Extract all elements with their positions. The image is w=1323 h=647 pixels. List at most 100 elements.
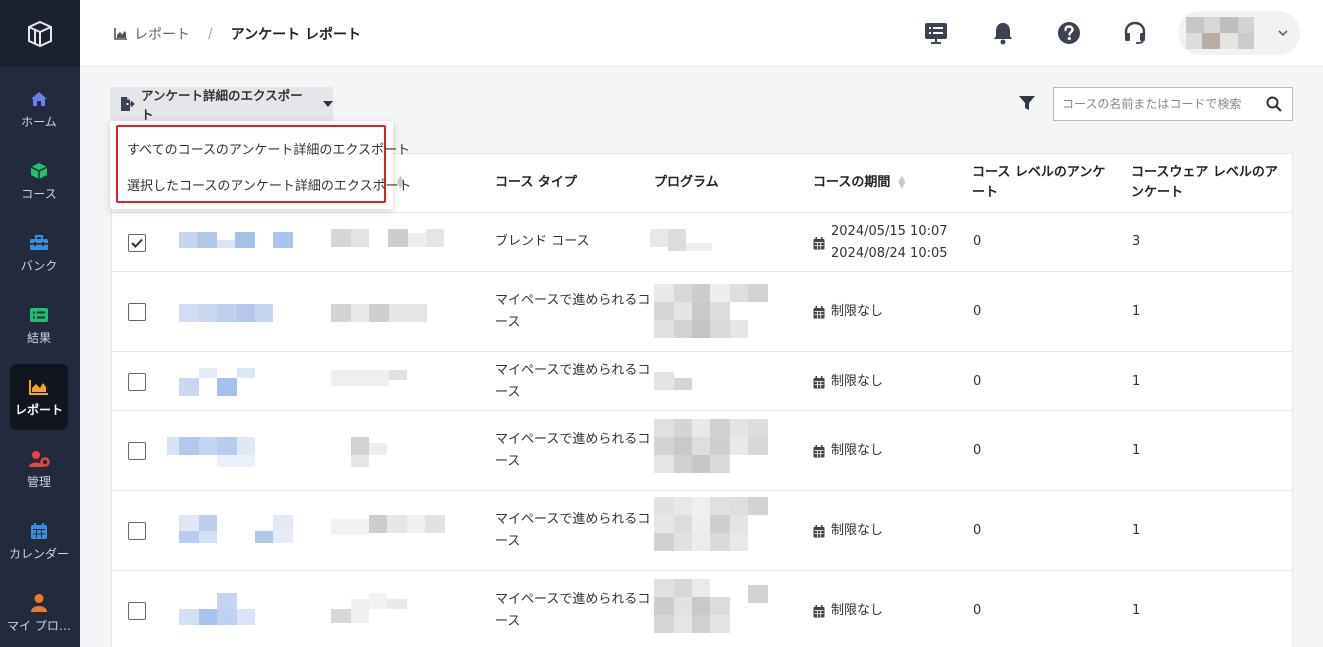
course-survey-count: 0 [973,443,982,458]
list-icon [29,304,49,326]
export-all-courses-menu-item[interactable]: すべてのコースのアンケート詳細のエクスポート [127,139,410,158]
course-type-line1: マイペースで進められるコ [495,363,651,378]
courseware-survey-count: 1 [1132,523,1141,538]
row-checkbox[interactable] [128,234,146,252]
course-type-line2: ース [495,385,521,400]
column-header-period[interactable]: コースの期間 ▲ ▼ [813,154,905,212]
period-text: 制限なし [831,603,884,618]
course-type-text: ブレンド コース [495,234,590,249]
headset-icon[interactable] [1122,20,1148,46]
table-row[interactable]: マイペースで進められるコ ース 制限なし 0 1 [112,570,1292,647]
course-type-line2: ース [495,315,521,330]
column-header-courseware-survey: コースウェア レベルのア ンケート [1131,154,1291,212]
period-text: 制限なし [831,304,884,319]
chart-area-icon [29,376,49,398]
course-type: マイペースで進められるコ ース [495,360,650,404]
period-text: 制限なし [831,374,884,389]
calendar-icon [813,236,825,250]
course-type-line2: ース [495,534,521,549]
courseware-survey-count: 1 [1132,443,1141,458]
course-period: 制限なし [813,429,883,473]
calendar-icon [813,524,825,538]
filter-icon[interactable] [1018,95,1036,115]
column-header-course-type: コース タイプ [495,175,577,190]
sidebar-item-course[interactable]: コース [10,148,68,214]
sidebar-item-label: カレンダー [9,547,70,561]
breadcrumb: レポート / アンケート レポート [114,24,361,44]
caret-down-icon [323,101,333,107]
course-type-line1: マイペースで進められるコ [495,512,651,527]
course-type-line1: マイペースで進められるコ [495,592,651,607]
sidebar-item-my-profile[interactable]: マイ プロ… [7,580,71,646]
file-export-icon [120,97,135,111]
export-survey-details-button[interactable]: アンケート詳細のエクスポート [110,87,333,122]
course-survey-count: 0 [973,374,982,389]
sidebar-item-label: 結果 [26,331,51,345]
breadcrumb-report-link[interactable]: レポート [134,24,190,44]
courseware-survey-count: 1 [1132,603,1141,618]
column-header-courseware-survey-line2: ンケート [1131,185,1184,200]
course-type: マイペースで進められるコ ース [495,589,650,633]
board-icon[interactable] [923,20,949,46]
sidebar-item-label: レポート [14,403,63,417]
sidebar-item-calendar[interactable]: カレンダー [9,508,70,574]
export-dropdown-menu: すべてのコースのアンケート詳細のエクスポート 選択したコースのアンケート詳細のエ… [110,121,411,209]
app-logo[interactable] [0,0,80,67]
sidebar-item-label: バンク [20,259,58,273]
course-period: 制限なし [813,290,883,334]
bell-icon[interactable] [990,20,1016,46]
courseware-survey-count: 1 [1132,374,1141,389]
course-type-line1: マイペースで進められるコ [495,293,651,308]
courseware-survey-count: 1 [1132,304,1141,319]
home-icon [30,88,48,110]
courseware-survey-count: 3 [1132,234,1141,249]
toolbox-icon [29,232,49,254]
checkmark-icon [131,238,143,248]
sidebar-item-results[interactable]: 結果 [10,292,68,358]
course-survey-count: 0 [973,304,982,319]
sidebar-item-home[interactable]: ホーム [10,76,68,142]
survey-report-table: ▲ ▼ コース タイプ プログラム コースの期間 ▲ ▼ コース レベルのアンケ ー… [111,153,1293,647]
breadcrumb-current: アンケート レポート [230,27,362,43]
calendar-icon [30,520,48,542]
column-header-course-survey-line1: コース レベルのアンケ [972,165,1106,180]
breadcrumb-separator: / [208,26,213,42]
column-header-period-label: コースの期間 [813,175,891,190]
calendar-icon [813,444,825,458]
calendar-icon [813,305,825,319]
table-row[interactable]: マイペースで進められるコ ース 制限なし 0 1 [112,271,1292,351]
search-input[interactable] [1054,89,1254,119]
course-type-line2: ース [495,454,521,469]
course-type: マイペースで進められるコ ース [495,429,650,473]
course-period: 制限なし [813,360,883,404]
row-checkbox[interactable] [128,442,146,460]
course-type-line1: マイペースで進められるコ [495,432,651,447]
row-checkbox[interactable] [128,373,146,391]
column-header-courseware-survey-line1: コースウェア レベルのア [1131,165,1278,180]
sort-icon: ▲ ▼ [898,174,906,191]
sidebar-item-label: コース [21,187,57,201]
search-icon[interactable] [1266,96,1282,116]
chevron-down-icon [1278,30,1288,37]
table-row[interactable]: ブレンド コース 2024/05/15 10:07 2024/08/24 10:… [112,212,1292,271]
table-row[interactable]: マイペースで進められるコ ース 制限なし 0 1 [112,490,1292,570]
row-checkbox[interactable] [128,602,146,620]
course-period: 制限なし [813,589,883,633]
course-period: 2024/05/15 10:07 2024/08/24 10:05 [813,223,948,263]
top-header: レポート / アンケート レポート [80,0,1323,67]
chart-area-icon [114,28,127,40]
export-selected-courses-menu-item[interactable]: 選択したコースのアンケート詳細のエクスポート [127,175,411,194]
course-type-line2: ース [495,614,521,629]
table-row[interactable]: マイペースで進められるコ ース 制限なし 0 1 [112,351,1292,410]
table-row[interactable]: マイペースで進められるコ ース 制限なし 0 1 [112,410,1292,490]
row-checkbox[interactable] [128,303,146,321]
sidebar-item-report[interactable]: レポート [10,364,68,430]
help-icon[interactable] [1056,20,1082,46]
course-survey-count: 0 [973,603,982,618]
sidebar-item-admin[interactable]: 管理 [10,436,68,502]
row-checkbox[interactable] [128,522,146,540]
sidebar-item-bank[interactable]: バンク [10,220,68,286]
sidebar-item-label: 管理 [26,475,51,489]
user-menu[interactable] [1178,11,1300,55]
sidebar-item-label: ホーム [21,115,57,129]
